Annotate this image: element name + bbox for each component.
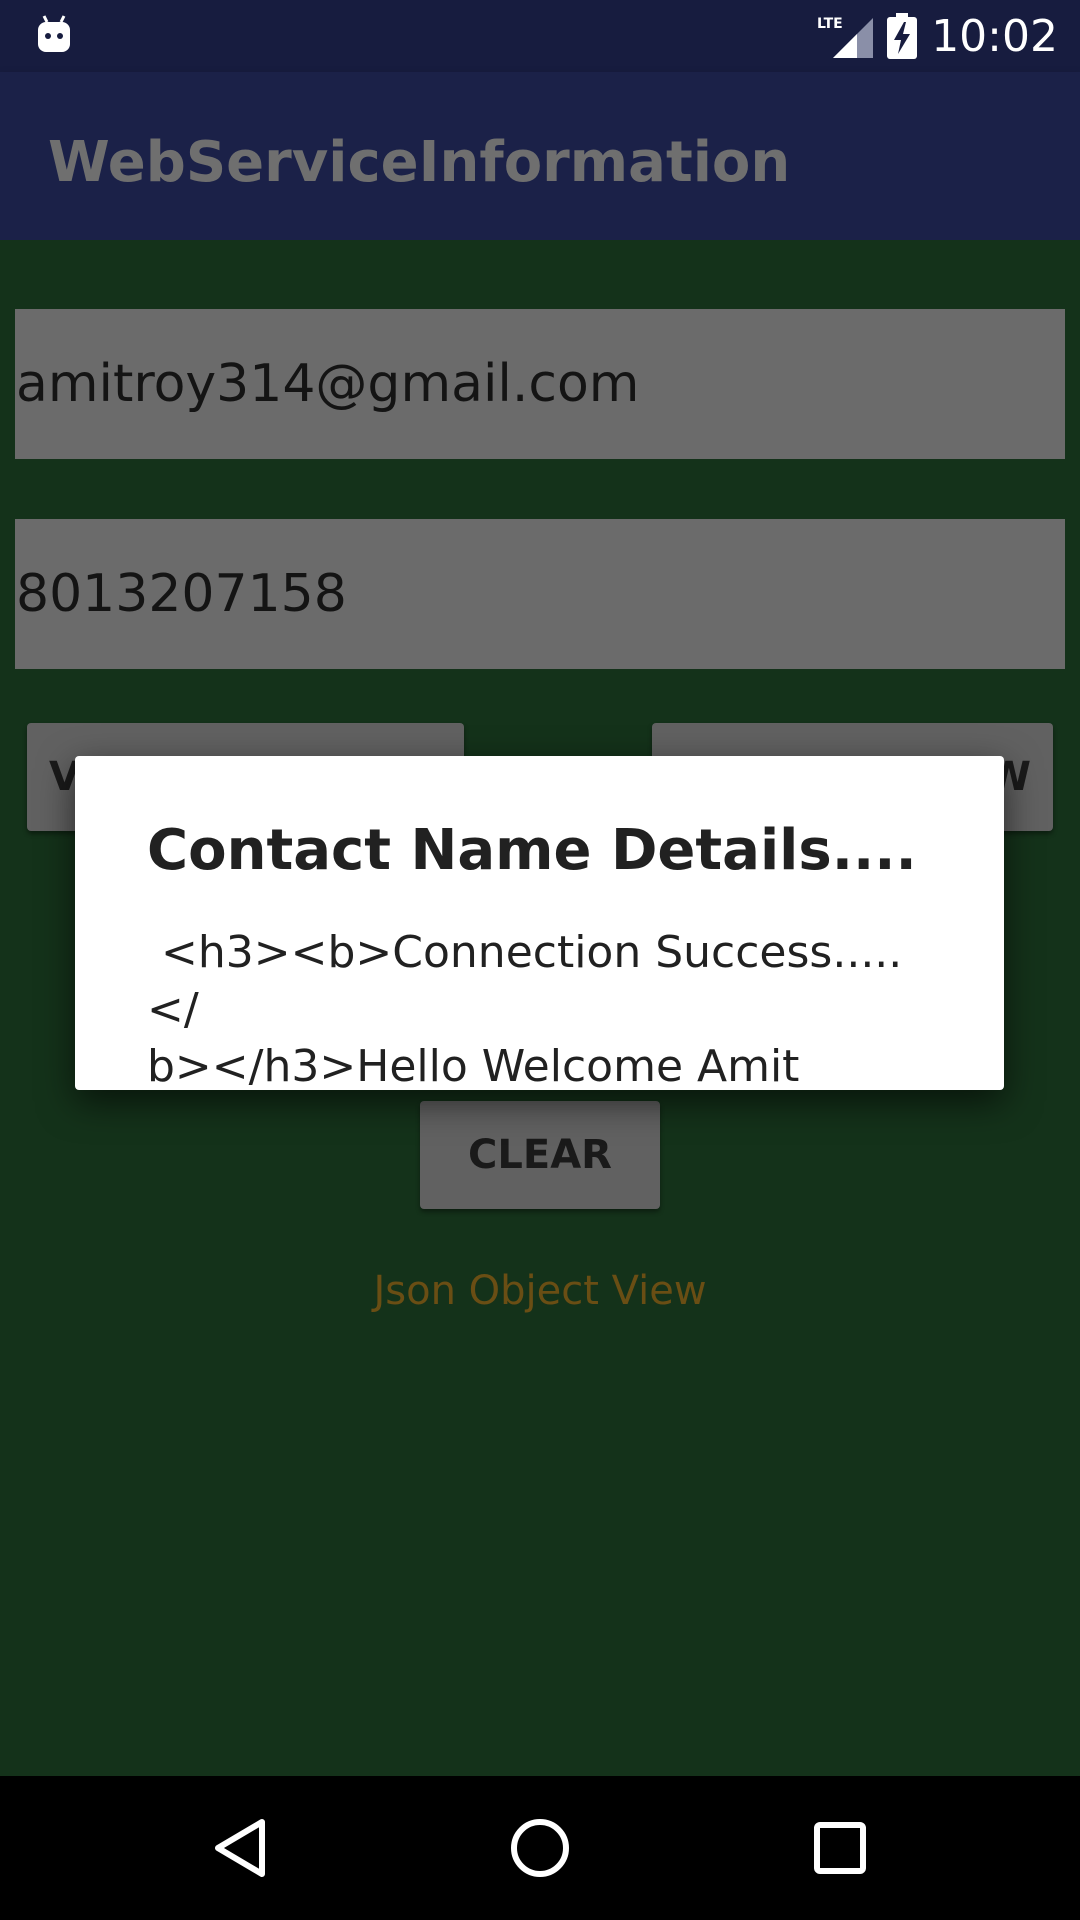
battery-charging-icon — [887, 13, 918, 59]
app-bar: WebServiceInformation — [0, 72, 1080, 240]
contact-details-dialog[interactable]: Contact Name Details.... <h3><b>Connecti… — [75, 756, 1004, 1092]
lte-label: LTE — [817, 16, 843, 32]
phone-field[interactable]: 8013207158 — [15, 519, 1065, 669]
home-button[interactable] — [492, 1800, 588, 1896]
back-icon — [215, 1819, 265, 1877]
home-icon — [511, 1819, 569, 1877]
navigation-bar — [0, 1776, 1080, 1920]
phone-field-value: 8013207158 — [16, 564, 347, 624]
dialog-title: Contact Name Details.... — [147, 818, 917, 883]
status-bar: LTE 10:02 — [0, 0, 1080, 72]
clear-button[interactable]: CLEAR — [420, 1101, 660, 1209]
dialog-message: <h3><b>Connection Success.....</ b></h3>… — [147, 927, 903, 1092]
status-time: 10:02 — [931, 10, 1058, 62]
clear-button-label: CLEAR — [468, 1132, 612, 1178]
back-button[interactable] — [192, 1800, 288, 1896]
email-field-value: amitroy314@gmail.com — [16, 354, 640, 414]
email-field[interactable]: amitroy314@gmail.com — [15, 309, 1065, 459]
app-title: WebServiceInformation — [48, 130, 791, 195]
status-icons: LTE 10:02 — [817, 0, 1058, 72]
lte-signal-icon: LTE — [817, 16, 874, 58]
android-notification-icon — [38, 15, 70, 52]
recents-icon — [814, 1822, 866, 1874]
json-object-view-link[interactable]: Json Object View — [0, 1268, 1080, 1314]
recents-button[interactable] — [792, 1800, 888, 1896]
